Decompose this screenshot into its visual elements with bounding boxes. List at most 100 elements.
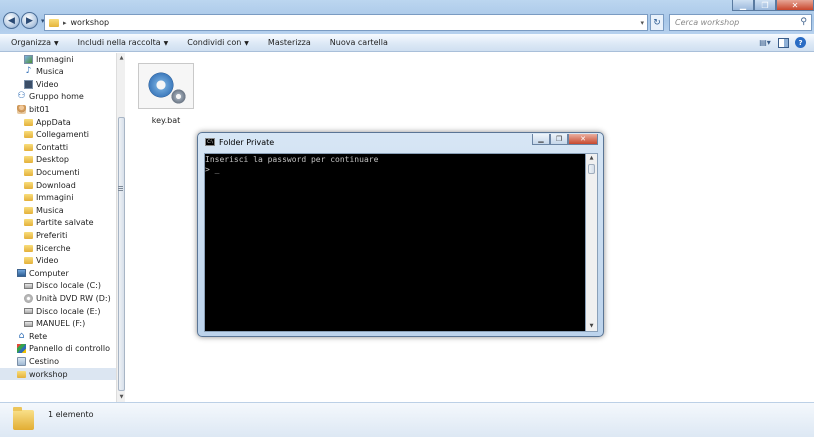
sidebar-item-label: Musica: [36, 205, 64, 215]
sidebar-item-label: Unità DVD RW (D:): [36, 293, 111, 303]
search-box[interactable]: Cerca workshop ⚲: [669, 14, 812, 31]
sidebar-item-label: Collegamenti: [36, 130, 89, 140]
computer-icon: [17, 269, 26, 278]
forward-button[interactable]: ▶: [21, 12, 38, 29]
back-button[interactable]: ◀: [3, 12, 20, 29]
share-with-button[interactable]: Condividi con ▼: [187, 38, 249, 47]
address-bar[interactable]: ▸ workshop ▾: [44, 14, 648, 31]
sidebar-item-rete[interactable]: ⌂ Rete: [17, 330, 48, 342]
console-maximize-button[interactable]: ❐: [550, 134, 568, 145]
scrollbar-grip-icon: [118, 186, 123, 192]
sidebar-item-video[interactable]: Video: [24, 78, 58, 90]
sidebar-item-documenti[interactable]: Documenti: [24, 166, 80, 178]
folder-icon: [24, 244, 33, 252]
scroll-down-arrow[interactable]: ▼: [118, 393, 125, 401]
console-close-button[interactable]: ✕: [568, 134, 598, 145]
console-window[interactable]: C:\ Folder Private ▁ ❐ ✕ Inserisci la pa…: [197, 132, 604, 337]
new-folder-button[interactable]: Nuova cartella: [330, 38, 388, 47]
search-icon[interactable]: ⚲: [800, 17, 807, 27]
search-input[interactable]: Cerca workshop: [675, 18, 739, 27]
breadcrumb-chevron-icon[interactable]: ▸: [63, 19, 67, 27]
refresh-button[interactable]: ↻: [650, 14, 664, 31]
sidebar-item-manuel-f[interactable]: MANUEL (F:): [24, 318, 85, 330]
console-app-icon[interactable]: C:\: [205, 138, 215, 146]
organize-button[interactable]: Organizza ▼: [11, 38, 59, 47]
drive-icon: [24, 282, 33, 289]
drive-icon: [24, 320, 33, 327]
sidebar-item-video[interactable]: Video: [24, 255, 58, 267]
console-titlebar[interactable]: C:\ Folder Private ▁ ❐ ✕: [198, 133, 603, 151]
close-button[interactable]: ✕: [776, 0, 814, 11]
sidebar-item-partite-salvate[interactable]: Partite salvate: [24, 217, 94, 229]
sidebar-item-label: Cestino: [29, 356, 59, 366]
sidebar-item-label: Desktop: [36, 155, 69, 165]
sidebar-item-cestino[interactable]: Cestino: [17, 355, 59, 367]
sidebar-item-gruppo-home[interactable]: ⚇ Gruppo home: [17, 91, 83, 103]
back-arrow-icon: ◀: [8, 15, 15, 26]
sidebar-item-download[interactable]: Download: [24, 179, 76, 191]
recycle-bin-icon: [17, 356, 26, 366]
user-icon: [17, 104, 26, 114]
sidebar-item-immagini[interactable]: Immagini: [24, 53, 73, 65]
console-scrollbar[interactable]: ▲ ▼: [586, 153, 598, 332]
help-button[interactable]: ?: [795, 37, 806, 48]
change-view-button[interactable]: ▤▾: [758, 37, 772, 48]
homegroup-icon: ⚇: [17, 91, 26, 102]
scroll-up-arrow[interactable]: ▲: [118, 54, 125, 62]
include-in-library-button[interactable]: Includi nella raccolta ▼: [78, 38, 169, 47]
drive-icon: [24, 308, 33, 314]
burn-button[interactable]: Masterizza: [268, 38, 311, 47]
sidebar-item-preferiti[interactable]: Preferiti: [24, 229, 67, 241]
item-count: 1 elemento: [48, 410, 94, 419]
sidebar-item-unit-dvd-rw-d[interactable]: Unità DVD RW (D:): [24, 292, 111, 304]
scroll-up-arrow[interactable]: ▲: [586, 154, 597, 163]
folder-icon: [24, 131, 33, 139]
maximize-button[interactable]: ❐: [754, 0, 776, 11]
music-icon: ♪: [25, 66, 32, 77]
sidebar-item-label: Contatti: [36, 142, 69, 152]
sidebar-item-workshop[interactable]: workshop: [0, 368, 116, 380]
folder-icon: [24, 219, 33, 227]
sidebar-item-label: bit01: [29, 104, 50, 114]
sidebar-item-label: Pannello di controllo: [29, 344, 111, 354]
console-title: Folder Private: [219, 138, 275, 147]
preview-pane-button[interactable]: [778, 37, 789, 48]
console-prompt-line[interactable]: > _: [205, 164, 585, 174]
sidebar-item-contatti[interactable]: Contatti: [24, 141, 68, 153]
sidebar-item-musica[interactable]: ♪ Musica: [24, 66, 64, 78]
navigation-scrollbar[interactable]: ▲ ▼: [116, 53, 125, 402]
sidebar-item-label: Video: [36, 256, 59, 266]
scroll-down-arrow[interactable]: ▼: [586, 322, 597, 331]
scrollbar-thumb[interactable]: [118, 117, 125, 391]
image-icon: [24, 54, 33, 64]
breadcrumb-workshop[interactable]: workshop: [71, 18, 110, 27]
include-in-library-label: Includi nella raccolta: [77, 38, 161, 47]
console-screen[interactable]: Inserisci la password per continuare > _: [204, 153, 586, 332]
sidebar-item-bit01[interactable]: bit01: [17, 103, 50, 115]
sidebar-item-label: Disco locale (C:): [36, 281, 102, 291]
folder-icon: [24, 181, 33, 189]
batch-file-icon: [144, 67, 187, 105]
sidebar-item-immagini[interactable]: Immagini: [24, 192, 73, 204]
folder-icon: [24, 257, 33, 265]
sidebar-item-label: Immagini: [36, 54, 74, 64]
sidebar-item-disco-locale-e[interactable]: Disco locale (E:): [24, 305, 100, 317]
minimize-button[interactable]: ▁: [732, 0, 754, 11]
status-bar: 1 elemento: [0, 402, 814, 437]
sidebar-item-appdata[interactable]: AppData: [24, 116, 71, 128]
folder-icon: [17, 370, 26, 378]
scrollbar-thumb[interactable]: [588, 164, 595, 174]
address-dropdown[interactable]: ▾: [640, 19, 644, 27]
sidebar-item-ricerche[interactable]: Ricerche: [24, 242, 71, 254]
sidebar-item-collegamenti[interactable]: Collegamenti: [24, 129, 89, 141]
file-name[interactable]: key.bat: [138, 116, 194, 125]
sidebar-item-computer[interactable]: Computer: [17, 267, 69, 279]
sidebar-item-desktop[interactable]: Desktop: [24, 154, 69, 166]
sidebar-item-label: Computer: [29, 268, 69, 278]
sidebar-item-label: Video: [36, 79, 59, 89]
file-item-key-bat[interactable]: [138, 63, 194, 109]
sidebar-item-disco-locale-c[interactable]: Disco locale (C:): [24, 280, 101, 292]
sidebar-item-pannello-di-controllo[interactable]: Pannello di controllo: [17, 343, 110, 355]
sidebar-item-musica[interactable]: Musica: [24, 204, 64, 216]
console-minimize-button[interactable]: ▁: [532, 134, 550, 145]
